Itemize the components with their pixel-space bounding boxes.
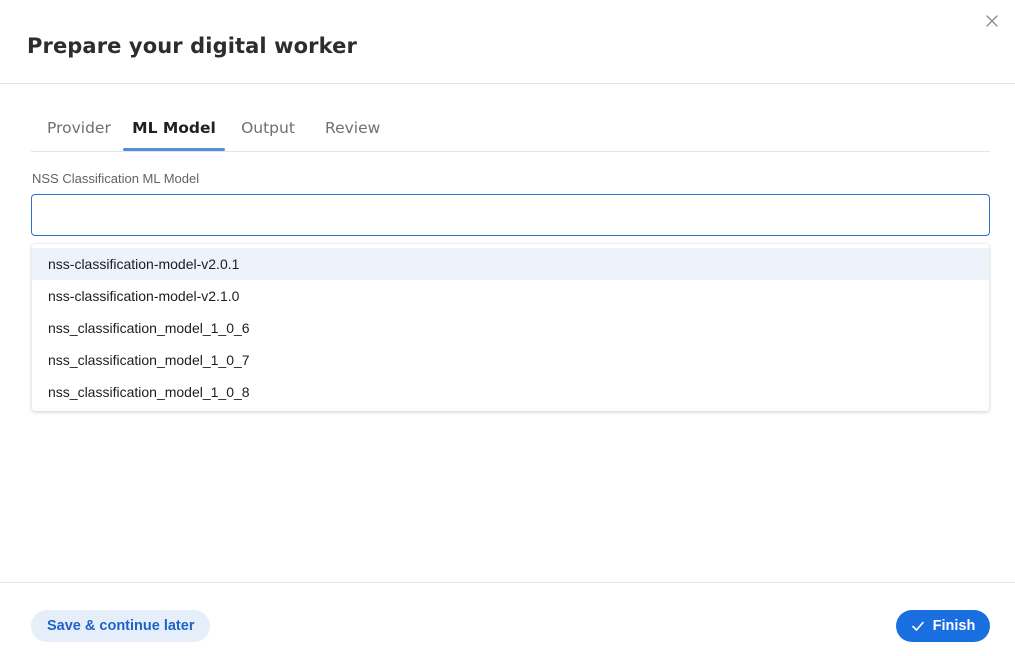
active-tab-indicator	[123, 148, 225, 151]
dialog-header: Prepare your digital worker	[0, 0, 1015, 84]
ml-model-field-label: NSS Classification ML Model	[32, 171, 200, 186]
ml-model-select-input[interactable]	[31, 194, 990, 236]
dialog-footer: Save & continue later Finish	[0, 582, 1015, 656]
tab-bar: Provider ML Model Output Review	[31, 108, 990, 152]
ml-model-options-dropdown: nss-classification-model-v2.0.1 nss-clas…	[32, 244, 989, 411]
tab-ml-model[interactable]: ML Model	[123, 108, 225, 152]
tab-review[interactable]: Review	[325, 108, 380, 152]
close-button[interactable]	[984, 13, 1000, 29]
option-nss-classification-model-1-0-7[interactable]: nss_classification_model_1_0_7	[32, 344, 989, 376]
option-nss-classification-model-v2-1-0[interactable]: nss-classification-model-v2.1.0	[32, 280, 989, 312]
tab-output[interactable]: Output	[241, 108, 295, 152]
option-nss-classification-model-1-0-6[interactable]: nss_classification_model_1_0_6	[32, 312, 989, 344]
finish-button[interactable]: Finish	[896, 610, 990, 642]
prepare-digital-worker-dialog: Prepare your digital worker Provider ML …	[0, 0, 1015, 656]
finish-button-label: Finish	[932, 618, 976, 634]
tab-provider[interactable]: Provider	[47, 108, 111, 152]
close-icon	[986, 15, 998, 27]
option-nss-classification-model-1-0-8[interactable]: nss_classification_model_1_0_8	[32, 376, 989, 408]
option-nss-classification-model-v2-0-1[interactable]: nss-classification-model-v2.0.1	[32, 248, 989, 280]
check-icon	[911, 621, 924, 631]
dialog-title: Prepare your digital worker	[27, 34, 357, 58]
save-continue-later-button[interactable]: Save & continue later	[31, 610, 211, 642]
